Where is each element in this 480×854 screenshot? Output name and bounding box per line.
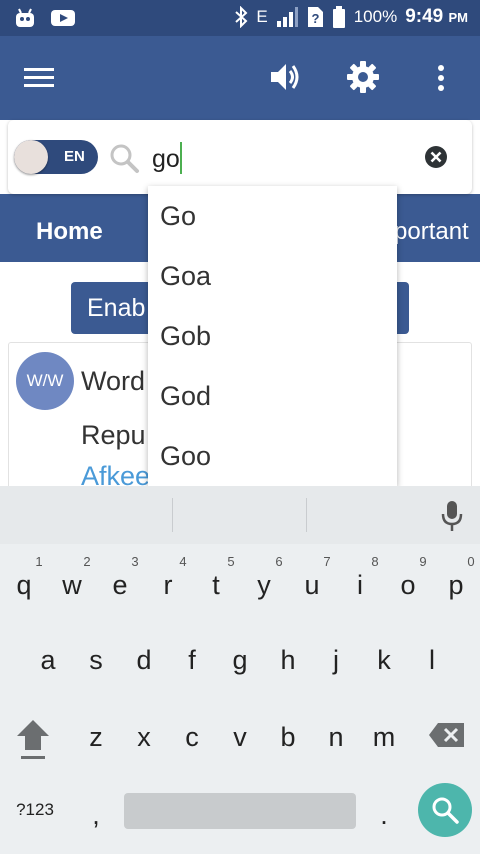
suggestion-item[interactable]: Gob <box>148 306 397 366</box>
tab-home[interactable]: Home <box>36 218 103 246</box>
key-hint: 3 <box>131 554 139 569</box>
suggestion-item[interactable]: Go <box>148 186 397 246</box>
key-r[interactable]: r <box>148 570 188 601</box>
status-bar: E ? 100% 9:49 PM <box>0 0 480 36</box>
key-x[interactable]: x <box>124 722 164 753</box>
settings-gear-icon[interactable] <box>346 60 380 94</box>
clear-icon[interactable] <box>424 145 448 169</box>
key-c[interactable]: c <box>172 722 212 753</box>
key-j[interactable]: j <box>316 645 356 676</box>
key-t[interactable]: t <box>196 570 236 601</box>
key-m[interactable]: m <box>364 722 404 753</box>
key-hint: 5 <box>227 554 235 569</box>
key-e[interactable]: e <box>100 570 140 601</box>
status-left <box>14 7 76 29</box>
toggle-knob <box>14 140 48 174</box>
volume-icon[interactable] <box>268 60 302 94</box>
key-z[interactable]: z <box>76 722 116 753</box>
word-title: Word <box>81 366 146 396</box>
app-bar <box>0 36 480 120</box>
suggestions-dropdown: Go Goa Gob God Goo <box>148 186 397 486</box>
strip-divider <box>172 498 173 532</box>
avatar: W/W <box>16 352 74 410</box>
key-hint: 0 <box>467 554 475 569</box>
key-p[interactable]: p <box>436 570 476 601</box>
microphone-icon[interactable] <box>441 500 463 532</box>
key-a[interactable]: a <box>28 645 68 676</box>
search-icon <box>110 144 139 173</box>
youtube-icon <box>51 10 75 26</box>
suggestion-strip <box>0 486 480 544</box>
symbols-key[interactable]: ?123 <box>10 800 60 820</box>
search-card: EN <box>8 120 472 194</box>
shift-icon[interactable] <box>15 718 51 762</box>
toggle-label: EN <box>64 148 85 165</box>
tab-important[interactable]: portant <box>394 218 469 246</box>
key-u[interactable]: u <box>292 570 332 601</box>
strip-divider <box>306 498 307 532</box>
search-icon <box>432 797 459 824</box>
key-hint: 6 <box>275 554 283 569</box>
suggestion-item[interactable]: God <box>148 366 397 426</box>
key-q[interactable]: q <box>4 570 44 601</box>
network-type: E <box>256 7 268 26</box>
signal-icon <box>276 7 298 27</box>
key-h[interactable]: h <box>268 645 308 676</box>
more-vert-icon[interactable] <box>436 64 446 92</box>
backspace-icon[interactable] <box>428 722 466 748</box>
key-o[interactable]: o <box>388 570 428 601</box>
status-right: E ? 100% 9:49 PM <box>234 6 468 28</box>
menu-icon[interactable] <box>24 66 54 90</box>
key-k[interactable]: k <box>364 645 404 676</box>
no-sim-icon: ? <box>307 7 323 27</box>
key-l[interactable]: l <box>412 645 452 676</box>
key-hint: 8 <box>371 554 379 569</box>
key-hint: 2 <box>83 554 91 569</box>
key-f[interactable]: f <box>172 645 212 676</box>
key-s[interactable]: s <box>76 645 116 676</box>
space-bar[interactable] <box>124 793 356 829</box>
key-hint: 4 <box>179 554 187 569</box>
key-hint: 7 <box>323 554 331 569</box>
suggestion-item[interactable]: Goa <box>148 246 397 306</box>
key-v[interactable]: v <box>220 722 260 753</box>
key-g[interactable]: g <box>220 645 260 676</box>
key-hint: 1 <box>35 554 43 569</box>
bluetooth-icon <box>235 6 248 28</box>
period-key[interactable]: . <box>364 800 404 831</box>
key-n[interactable]: n <box>316 722 356 753</box>
clock-ampm: PM <box>448 10 469 25</box>
text-cursor <box>180 142 182 174</box>
key-y[interactable]: y <box>244 570 284 601</box>
battery-icon <box>332 6 345 28</box>
language-toggle[interactable]: EN <box>14 140 98 174</box>
battery-percent: 100% <box>353 7 398 26</box>
android-icon <box>16 8 34 27</box>
svg-text:?: ? <box>311 11 319 26</box>
search-input[interactable] <box>152 142 412 176</box>
clock-time: 9:49 <box>405 6 444 27</box>
screen: E ? 100% 9:49 PM Home portant Enab W/W W… <box>0 0 480 854</box>
suggestion-item[interactable]: Goo <box>148 426 397 486</box>
key-w[interactable]: w <box>52 570 92 601</box>
key-hint: 9 <box>419 554 427 569</box>
comma-key[interactable]: , <box>76 800 116 831</box>
key-i[interactable]: i <box>340 570 380 601</box>
keyboard-search-button[interactable] <box>418 783 472 837</box>
key-d[interactable]: d <box>124 645 164 676</box>
word-subtitle: Repu <box>81 420 146 450</box>
clock: 9:49 PM <box>405 6 468 28</box>
key-b[interactable]: b <box>268 722 308 753</box>
